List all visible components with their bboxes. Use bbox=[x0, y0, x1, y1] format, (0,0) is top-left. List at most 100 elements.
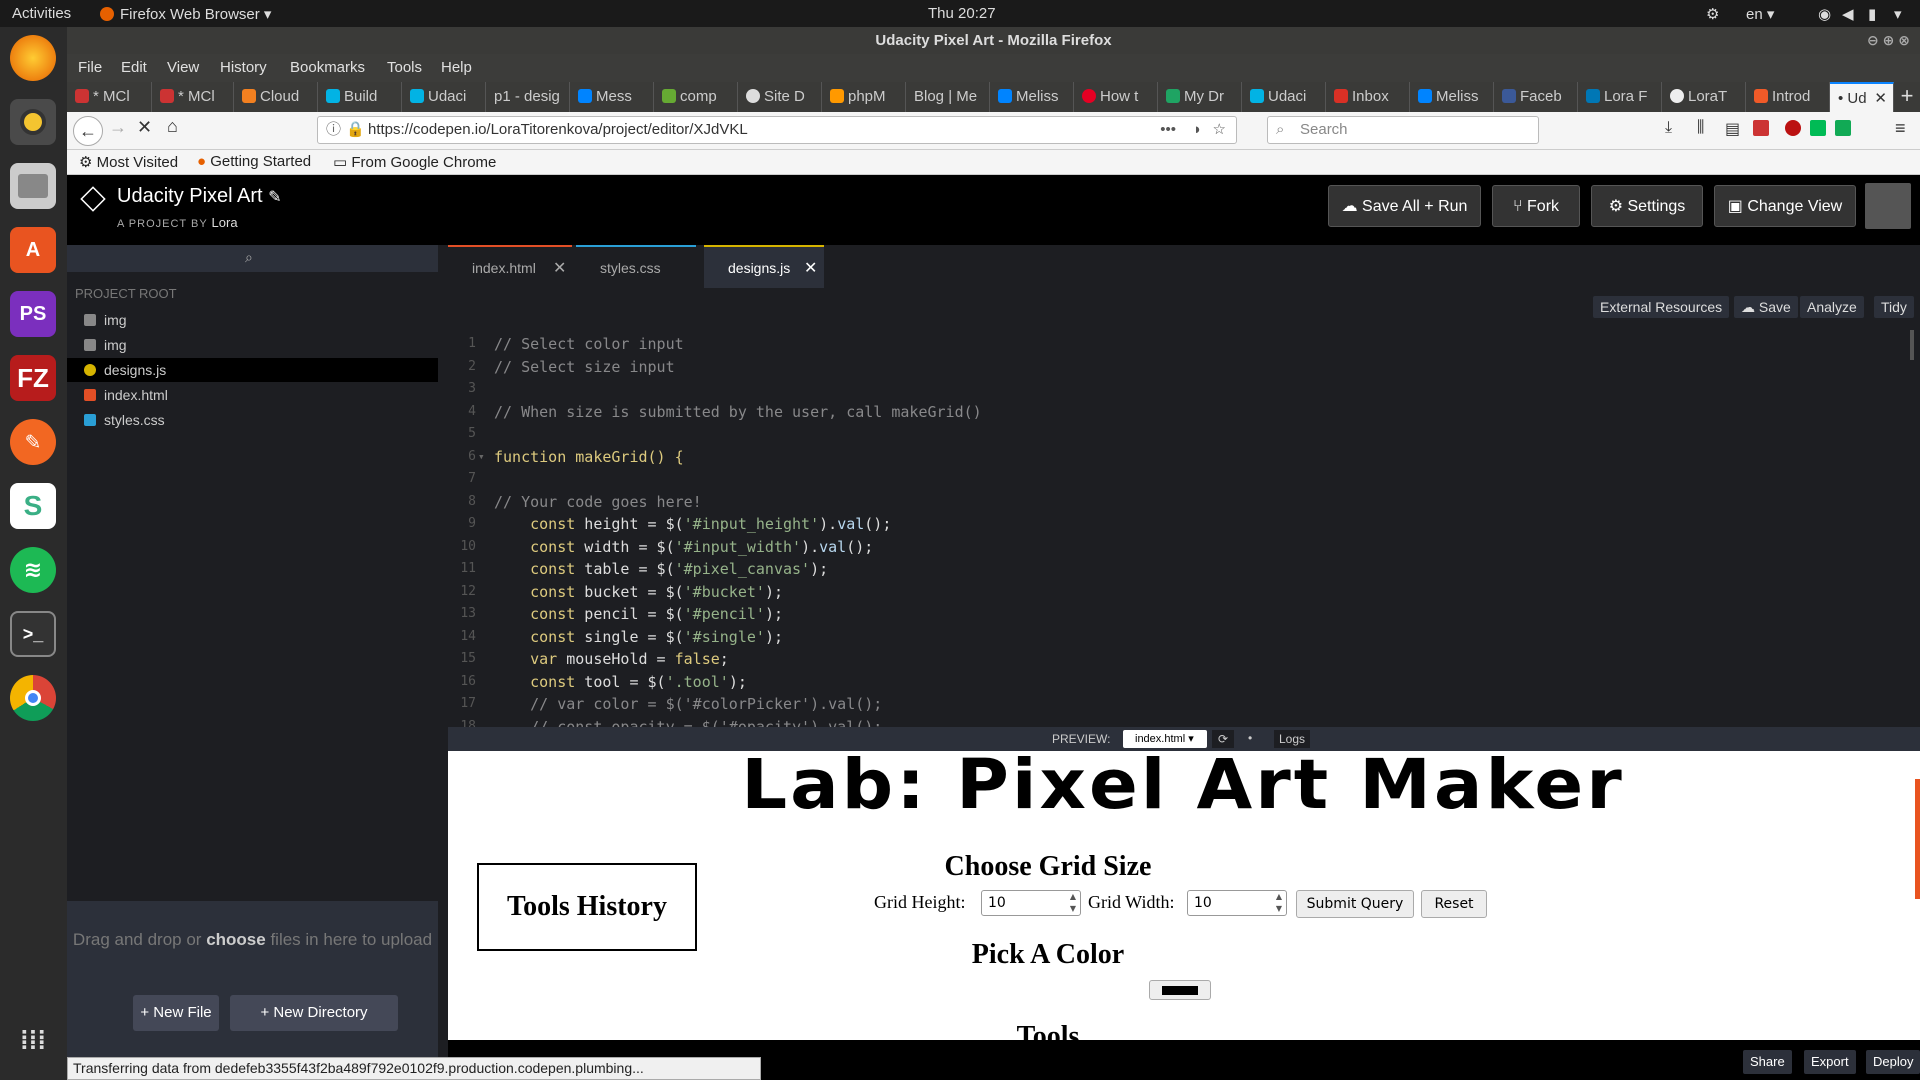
phpstorm-icon[interactable]: PS bbox=[10, 291, 56, 337]
browser-tab[interactable]: p1 - desig bbox=[486, 82, 570, 112]
url-bar[interactable]: ⓘ 🔒 https://codepen.io/LoraTitorenkova/p… bbox=[317, 116, 1237, 144]
library-icon[interactable]: ⫼ bbox=[1697, 119, 1704, 137]
filezilla-icon[interactable]: FZ bbox=[10, 355, 56, 401]
file-search-bar[interactable]: ⌕ bbox=[67, 245, 438, 272]
rhythmbox-icon[interactable] bbox=[10, 99, 56, 145]
browser-tab[interactable]: * MCl bbox=[152, 82, 234, 112]
clock[interactable]: Thu 20:27 bbox=[928, 5, 996, 22]
settings-tray-icon[interactable]: ⚙ bbox=[1706, 5, 1719, 23]
bookmark-folder-google-chrome[interactable]: ▭ From Google Chrome bbox=[333, 153, 496, 171]
new-directory-button[interactable]: + New Directory bbox=[230, 995, 398, 1031]
logs-button[interactable]: Logs bbox=[1274, 730, 1311, 748]
browser-tab[interactable]: Cloud bbox=[234, 82, 318, 112]
firefox-launcher-icon[interactable] bbox=[10, 35, 56, 81]
fork-button[interactable]: ⑂ Fork bbox=[1492, 185, 1580, 227]
search-input[interactable]: ⌕ Search bbox=[1267, 116, 1539, 144]
preview-scrollbar[interactable] bbox=[1915, 779, 1920, 899]
share-button[interactable]: Share bbox=[1743, 1050, 1792, 1074]
menu-tools[interactable]: Tools bbox=[387, 59, 422, 76]
network-icon[interactable]: ◉ bbox=[1818, 5, 1831, 23]
slack-icon[interactable]: S bbox=[10, 483, 56, 529]
stop-button[interactable]: ✕ bbox=[137, 117, 152, 138]
close-tab-icon[interactable]: ✕ bbox=[1874, 84, 1887, 112]
grid-width-input[interactable]: 10 ▲ ▼ bbox=[1187, 890, 1287, 916]
folder-item[interactable]: img bbox=[67, 308, 438, 332]
folder-item[interactable]: img bbox=[67, 333, 438, 357]
menu-file[interactable]: File bbox=[78, 59, 102, 76]
menu-help[interactable]: Help bbox=[441, 59, 472, 76]
code-editor[interactable]: 1// Select color input 2// Select size i… bbox=[448, 330, 1920, 727]
browser-tab[interactable]: My Dr bbox=[1158, 82, 1242, 112]
app-menu[interactable]: Firefox Web Browser ▾ bbox=[100, 5, 271, 23]
color-picker[interactable] bbox=[1149, 980, 1211, 1000]
browser-tab[interactable]: Meliss bbox=[990, 82, 1074, 112]
browser-tab[interactable]: Udaci bbox=[1242, 82, 1326, 112]
pocket-icon[interactable]: ◗ bbox=[1193, 117, 1202, 143]
new-file-button[interactable]: + New File bbox=[133, 995, 219, 1031]
browser-tab-active[interactable]: • Ud ✕ bbox=[1830, 82, 1894, 112]
codepen-logo-icon[interactable] bbox=[80, 186, 106, 212]
home-icon[interactable]: ⌂ bbox=[167, 116, 178, 137]
file-item-selected[interactable]: designs.js bbox=[67, 358, 438, 382]
info-icon[interactable]: ⓘ bbox=[326, 117, 341, 143]
reset-button[interactable]: Reset bbox=[1421, 890, 1487, 918]
analyze-button[interactable]: Analyze bbox=[1800, 296, 1864, 318]
browser-tab[interactable]: * MCl bbox=[67, 82, 152, 112]
page-actions-icon[interactable]: ••• bbox=[1160, 117, 1176, 143]
extension-icon[interactable] bbox=[1835, 120, 1851, 136]
new-tab-button[interactable]: + bbox=[1894, 82, 1920, 112]
fold-arrow-icon[interactable]: ▾ bbox=[478, 446, 485, 468]
menu-view[interactable]: View bbox=[167, 59, 199, 76]
terminal-icon[interactable]: >_ bbox=[10, 611, 56, 657]
browser-tab[interactable]: Faceb bbox=[1494, 82, 1578, 112]
menu-bookmarks[interactable]: Bookmarks bbox=[290, 59, 365, 76]
downloads-icon[interactable]: ⤓ bbox=[1665, 119, 1672, 137]
volume-icon[interactable]: ◀ bbox=[1842, 5, 1854, 23]
browser-tab[interactable]: Meliss bbox=[1410, 82, 1494, 112]
bookmark-star-icon[interactable]: ☆ bbox=[1213, 117, 1226, 143]
menu-edit[interactable]: Edit bbox=[121, 59, 147, 76]
pencil-edit-icon[interactable]: ✎ bbox=[268, 189, 281, 206]
browser-tab[interactable]: LoraT bbox=[1662, 82, 1746, 112]
browser-tab[interactable]: Lora F bbox=[1578, 82, 1662, 112]
language-indicator[interactable]: en ▾ bbox=[1746, 5, 1774, 23]
change-view-button[interactable]: ▣ Change View bbox=[1714, 185, 1856, 227]
activities-button[interactable]: Activities bbox=[12, 5, 71, 22]
bookmark-most-visited[interactable]: ⚙ Most Visited bbox=[79, 153, 178, 171]
editor-tab-designs-js[interactable]: designs.js ✕ bbox=[704, 245, 824, 288]
save-all-run-button[interactable]: ☁ Save All + Run bbox=[1328, 185, 1481, 227]
bookmark-getting-started[interactable]: ● Getting Started bbox=[197, 153, 311, 170]
browser-tab[interactable]: Blog | Me bbox=[906, 82, 990, 112]
browser-tab[interactable]: Build bbox=[318, 82, 402, 112]
user-avatar[interactable] bbox=[1865, 183, 1911, 229]
author-link[interactable]: Lora bbox=[212, 215, 238, 230]
chrome-icon[interactable] bbox=[10, 675, 56, 721]
close-tab-icon[interactable]: ✕ bbox=[553, 247, 566, 290]
close-tab-icon[interactable]: ✕ bbox=[804, 247, 817, 290]
grid-height-input[interactable]: 10 ▲ ▼ bbox=[981, 890, 1081, 916]
back-button[interactable]: ← bbox=[73, 116, 103, 146]
editor-tab-styles-css[interactable]: styles.css✕ bbox=[576, 245, 811, 288]
choose-files-link[interactable]: choose bbox=[206, 930, 266, 949]
file-item[interactable]: styles.css bbox=[67, 408, 438, 432]
project-title[interactable]: Udacity Pixel Art ✎ bbox=[117, 185, 282, 208]
external-resources-button[interactable]: External Resources bbox=[1593, 296, 1730, 318]
window-controls[interactable]: ⊖ ⊕ ⊗ bbox=[1867, 27, 1910, 54]
preview-file-select[interactable]: index.html ▾ bbox=[1123, 730, 1207, 748]
hamburger-menu-icon[interactable]: ≡ bbox=[1895, 118, 1906, 139]
browser-tab[interactable]: How t bbox=[1074, 82, 1158, 112]
spotify-icon[interactable]: ≋ bbox=[10, 547, 56, 593]
browser-tab[interactable]: Introd bbox=[1746, 82, 1830, 112]
browser-tab[interactable]: Site D bbox=[738, 82, 822, 112]
editor-scrollbar[interactable] bbox=[1910, 330, 1914, 360]
deploy-button[interactable]: Deploy bbox=[1866, 1050, 1920, 1074]
browser-tab[interactable]: Inbox bbox=[1326, 82, 1410, 112]
show-apps-icon[interactable]: ⁞⁞⁞ bbox=[10, 1017, 56, 1063]
menu-history[interactable]: History bbox=[220, 59, 267, 76]
extension-icon[interactable] bbox=[1810, 120, 1826, 136]
forward-button[interactable]: → bbox=[109, 117, 127, 138]
postman-icon[interactable]: ✎ bbox=[10, 419, 56, 465]
ublock-icon[interactable] bbox=[1785, 120, 1801, 136]
upload-drop-zone[interactable]: Drag and drop or choose files in here to… bbox=[67, 901, 438, 1061]
tidy-button[interactable]: Tidy bbox=[1874, 296, 1914, 318]
